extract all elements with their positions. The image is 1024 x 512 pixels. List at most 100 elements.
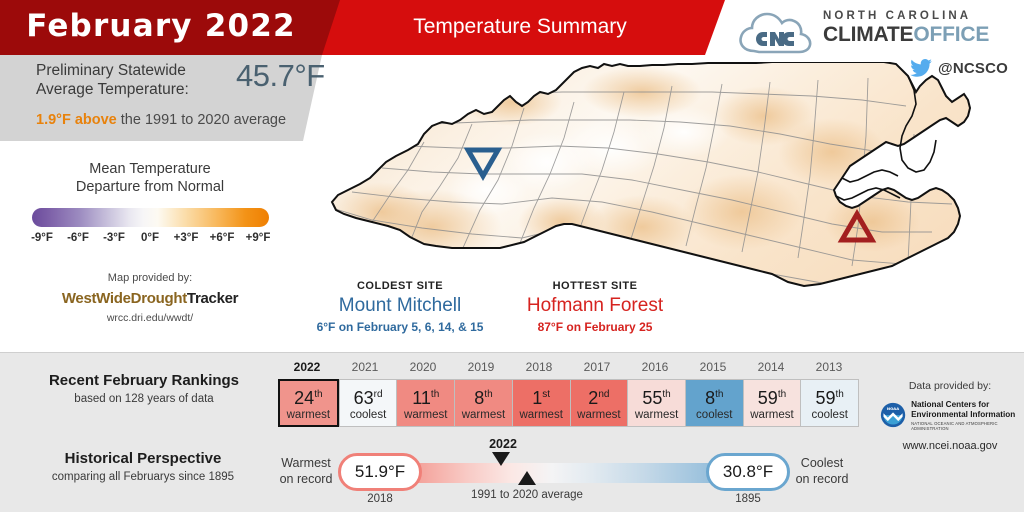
legend-tick: -3°F xyxy=(103,232,125,244)
ranking-cell-2013: 59th coolest xyxy=(800,379,860,427)
legend-title-line1: Mean Temperature xyxy=(89,161,211,177)
noaa-name-line1: National Centers for xyxy=(911,400,990,409)
page-title-month: February 2022 xyxy=(26,8,296,44)
coldest-site-name: Mount Mitchell xyxy=(338,295,462,316)
statewide-temp-value: 45.7°F xyxy=(236,58,325,93)
ranking-year-2016: 2016 xyxy=(641,360,669,374)
ranking-number: 59th xyxy=(757,387,787,408)
twitter-icon[interactable] xyxy=(910,59,932,77)
noaa-credit: Data provided by: NOAA National Centers … xyxy=(880,380,1020,452)
ranking-year-2022: 2022 xyxy=(293,360,321,374)
ranking-direction: warmest xyxy=(461,408,506,421)
ranking-direction: warmest xyxy=(404,408,448,421)
ranking-year-2021: 2021 xyxy=(351,360,379,374)
panel-divider xyxy=(0,352,1024,353)
ranking-year-2014: 2014 xyxy=(757,360,785,374)
ranking-direction: warmest xyxy=(634,408,679,421)
ranking-number: 59th xyxy=(815,387,844,408)
ranking-number: 1st xyxy=(532,387,551,408)
map-credit-name-part1: WestWideDrought xyxy=(61,290,187,307)
warmest-label-line2: on record xyxy=(279,472,333,486)
ranking-number: 8th xyxy=(705,387,724,408)
ranking-direction: warmest xyxy=(750,408,794,421)
ranking-direction: coolest xyxy=(349,408,387,421)
map-credit-url[interactable]: wrcc.dri.edu/wwdt/ xyxy=(0,312,300,324)
ranking-direction: coolest xyxy=(696,408,733,421)
map-credit-lead: Map provided by: xyxy=(107,272,193,284)
warmest-on-record-label: Warmest on record xyxy=(272,455,340,487)
ranking-cell-2020: 11th warmest xyxy=(396,379,456,427)
logo-climate-word: CLIMATE xyxy=(823,23,914,46)
historical-title: Historical Perspective xyxy=(64,450,222,467)
map-credit-name[interactable]: WestWideDroughtTracker xyxy=(0,290,300,307)
historical-heading: Historical Perspective comparing all Feb… xyxy=(8,450,278,483)
legend-title-line2: Departure from Normal xyxy=(75,179,225,195)
noaa-logo-row: NOAA National Centers for Environmental … xyxy=(880,400,1020,431)
normal-average-marker-label: 1991 to 2020 average xyxy=(471,489,583,501)
infographic-root: February 2022 Temperature Summary NORTH … xyxy=(0,0,1024,512)
warmest-label-line1: Warmest xyxy=(281,456,331,470)
ranking-cell-2016: 55th warmest xyxy=(627,379,686,427)
ranking-cell-2015: 8th coolest xyxy=(684,379,744,427)
ranking-year-2013: 2013 xyxy=(815,360,843,374)
current-year-marker-icon xyxy=(492,452,510,466)
ranking-direction: coolest xyxy=(811,408,848,421)
legend-tick: +3°F xyxy=(173,232,199,244)
nc-temperature-map xyxy=(312,62,1024,287)
ranking-number: 24th xyxy=(294,387,323,408)
ranking-cell-2019: 8th warmest xyxy=(454,379,513,427)
page-title-summary: Temperature Summary xyxy=(413,14,627,38)
map-credit: Map provided by: WestWideDroughtTracker … xyxy=(0,272,300,324)
temp-departure-text: 1.9°F above the 1991 to 2020 average xyxy=(36,112,286,128)
ranking-cell-2014: 59th warmest xyxy=(742,379,802,427)
warmest-record-year: 2018 xyxy=(367,493,393,505)
rankings-heading: Recent February Rankings based on 128 ye… xyxy=(16,372,272,405)
temp-label-line1: Preliminary Statewide xyxy=(36,62,186,79)
ranking-number: 55th xyxy=(642,387,671,408)
ranking-number: 63rd xyxy=(353,387,383,408)
coldest-site-block: COLDEST SITE Mount Mitchell 6°F on Febru… xyxy=(300,280,500,334)
map-credit-name-part2: Tracker xyxy=(186,290,239,307)
temp-departure-rest: the 1991 to 2020 average xyxy=(116,112,287,128)
legend-tick: +6°F xyxy=(209,232,235,244)
legend-tick-labels: -9°F -6°F -3°F 0°F +3°F +6°F +9°F xyxy=(25,232,275,244)
ranking-year-2015: 2015 xyxy=(699,360,727,374)
normal-average-marker-icon xyxy=(518,471,536,485)
logo-office-word: OFFICE xyxy=(913,23,990,46)
ranking-cell-2018: 1st warmest xyxy=(511,379,571,427)
logo-state-line: NORTH CAROLINA xyxy=(823,10,972,22)
coolest-label-line1: Coolest xyxy=(800,456,844,470)
noaa-seal-icon: NOAA xyxy=(880,403,906,428)
coolest-record-value: 30.8°F xyxy=(706,453,790,491)
svg-text:NOAA: NOAA xyxy=(887,406,899,411)
ranking-cell-2017: 2nd warmest xyxy=(569,379,629,427)
ranking-number: 11th xyxy=(412,387,440,408)
ranking-year-2019: 2019 xyxy=(467,360,495,374)
legend-tick: -6°F xyxy=(67,232,89,244)
ranking-direction: warmest xyxy=(519,408,563,421)
nc-climate-office-logo: NORTH CAROLINA CLIMATEOFFICE @NCSCO xyxy=(737,8,1012,80)
hottest-site-name: Hofmann Forest xyxy=(526,295,664,316)
rankings-title: Recent February Rankings xyxy=(48,372,240,389)
noaa-credit-lead: Data provided by: xyxy=(908,380,992,392)
coolest-label-line2: on record xyxy=(795,472,849,486)
rankings-year-header: 2022 2021 2020 2019 2018 2017 2016 2015 2014 2013 xyxy=(278,360,858,377)
hottest-site-kicker: HOTTEST SITE xyxy=(552,280,638,292)
historical-subtitle: comparing all Februarys since 1895 xyxy=(51,471,235,483)
legend-tick: +9°F xyxy=(245,232,271,244)
ranking-number: 8th xyxy=(474,387,493,408)
twitter-handle-text[interactable]: @NCSCO xyxy=(938,60,1008,77)
noaa-name-line2: Environmental Information xyxy=(911,409,1016,419)
noaa-agency-line: NATIONAL OCEANIC AND ATMOSPHERIC ADMINIS… xyxy=(911,420,998,431)
ranking-year-2017: 2017 xyxy=(583,360,611,374)
ranking-year-2020: 2020 xyxy=(409,360,437,374)
twitter-handle-row[interactable]: @NCSCO xyxy=(910,59,1008,77)
map-color-legend: Mean Temperature Departure from Normal -… xyxy=(0,160,300,244)
temp-label-line2: Average Temperature: xyxy=(36,81,189,98)
ranking-cell-2021: 63rd coolest xyxy=(338,379,398,427)
coldest-site-kicker: COLDEST SITE xyxy=(356,280,444,292)
rankings-cells: 24th warmest 63rd coolest 11th warmest 8th warm… xyxy=(278,379,860,427)
legend-tick: -9°F xyxy=(31,232,53,244)
hottest-site-detail: 87°F on February 25 xyxy=(537,320,653,334)
noaa-url[interactable]: www.ncei.noaa.gov xyxy=(880,440,1020,452)
